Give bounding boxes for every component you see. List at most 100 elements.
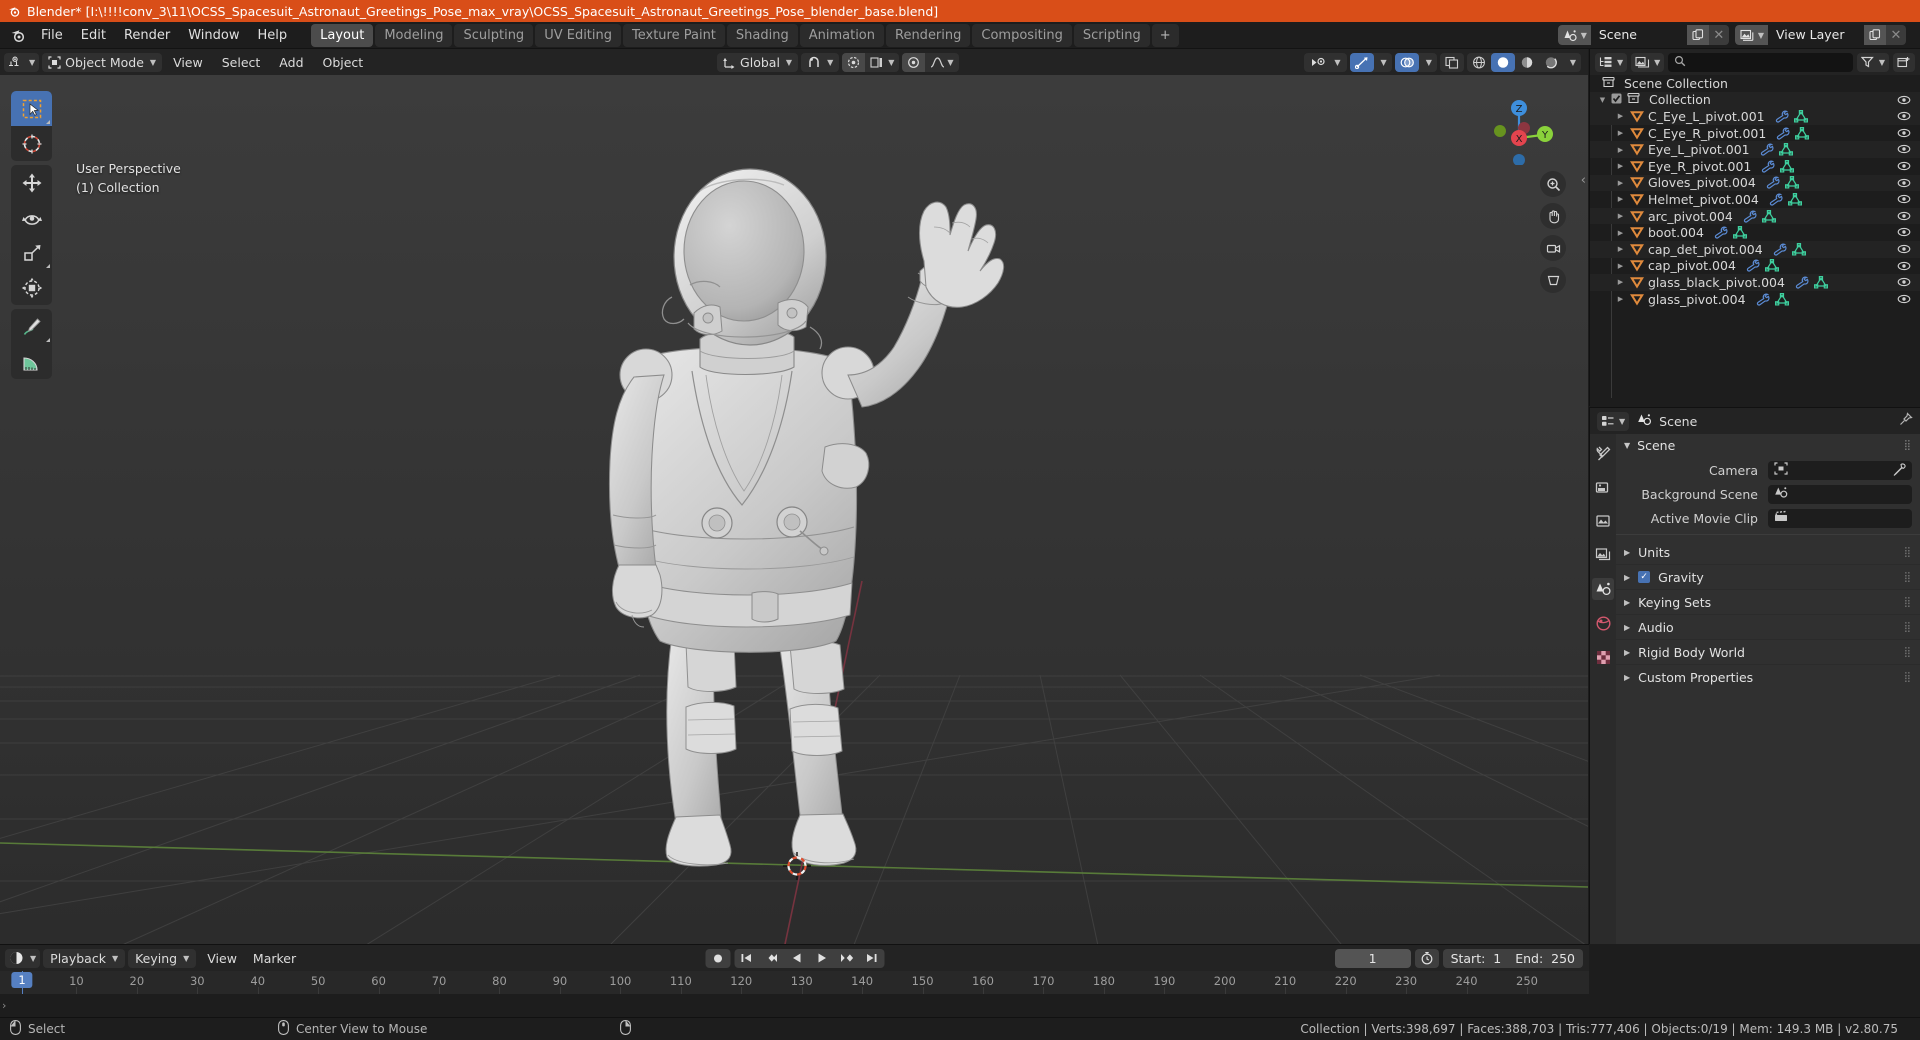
workspace-tab-modeling[interactable]: Modeling (375, 23, 453, 47)
timeline-menu-keying[interactable]: Keying ▼ (128, 948, 197, 968)
viewport-menu-select[interactable]: Select (214, 53, 269, 72)
gizmo-icon[interactable] (1349, 52, 1374, 72)
properties-content[interactable]: ▼ Scene ⣿ Camera Background Scene Active… (1616, 434, 1920, 944)
chevron-right-icon[interactable]: ▶ (1614, 278, 1627, 286)
measure-tool[interactable] (11, 344, 52, 379)
view-layer-name[interactable]: View Layer (1768, 25, 1864, 45)
visibility-eye-icon[interactable] (1897, 94, 1911, 109)
properties-tab-output[interactable] (1592, 510, 1614, 532)
visibility-eye-icon[interactable] (1897, 177, 1911, 192)
filter-funnel-icon[interactable]: ▼ (1856, 52, 1889, 72)
modifier-wrench-icon[interactable] (1760, 143, 1774, 156)
outliner-row-object[interactable]: ▶ Gloves_pivot.004 (1590, 174, 1920, 192)
chevron-right-icon[interactable]: ▶ (1614, 179, 1627, 187)
scene-icon[interactable]: ▼ (1557, 25, 1591, 45)
properties-tab-view-layer[interactable] (1592, 544, 1614, 566)
stopwatch-icon[interactable] (1414, 948, 1439, 968)
outliner-row-object[interactable]: ▶ cap_det_pivot.004 (1590, 240, 1920, 258)
timeline-transport[interactable] (705, 948, 884, 968)
chevron-right-icon[interactable]: ▶ (1614, 229, 1627, 237)
unlink-scene-icon[interactable]: ✕ (1708, 25, 1729, 45)
jump-to-next-keyframe-button[interactable] (834, 949, 859, 968)
scene-selector[interactable]: ▼ Scene ✕ (1557, 25, 1729, 45)
visibility-eye-icon[interactable] (1897, 260, 1911, 275)
properties-tab-strip[interactable] (1590, 434, 1616, 944)
menu-help[interactable]: Help (249, 25, 297, 46)
outliner-row-object[interactable]: ▶ C_Eye_L_pivot.001 (1590, 108, 1920, 125)
properties-panel-scene-title[interactable]: ▼ Scene ⣿ (1616, 434, 1920, 457)
outliner-row-object[interactable]: ▶ cap_pivot.004 (1590, 258, 1920, 275)
chevron-right-icon[interactable]: ▶ (1624, 648, 1630, 657)
play-reverse-button[interactable] (784, 949, 809, 968)
outliner-row-object[interactable]: ▶ Helmet_pivot.004 (1590, 191, 1920, 208)
workspace-tab-compositing[interactable]: Compositing (972, 23, 1072, 47)
cursor-tool[interactable] (11, 126, 52, 161)
overlays-dropdown[interactable]: ▼ (1419, 53, 1437, 72)
properties-section-units[interactable]: ▶ Units ⣿ (1616, 540, 1920, 565)
properties-section-keying-sets[interactable]: ▶ Keying Sets ⣿ (1616, 590, 1920, 615)
visibility-eye-icon[interactable] (1897, 226, 1911, 241)
mesh-data-icon[interactable] (1774, 292, 1789, 306)
mesh-data-icon[interactable] (1780, 159, 1795, 173)
eyedropper-icon[interactable] (1892, 462, 1906, 481)
add-workspace-button[interactable]: + (1151, 23, 1179, 47)
background-scene-field[interactable] (1768, 484, 1912, 504)
chevron-right-icon[interactable]: ▶ (1614, 295, 1627, 303)
view-layer-icon[interactable]: ▼ (1734, 25, 1768, 45)
start-frame-value[interactable]: 1 (1493, 951, 1501, 966)
mesh-data-icon[interactable] (1761, 209, 1776, 223)
outliner-display-mode-icon[interactable]: ▼ (1631, 52, 1665, 72)
shading-rendered-icon[interactable] (1539, 53, 1563, 72)
outliner-row-collection[interactable]: ▼ Collection (1590, 91, 1920, 109)
shading-wireframe-icon[interactable] (1467, 53, 1491, 72)
shading-material-preview-icon[interactable] (1515, 53, 1539, 72)
outliner-object-rows[interactable]: ▶ C_Eye_L_pivot.001 ▶ C_Eye_R_pivot.001 ▶ Eye… (1590, 108, 1920, 307)
menu-render[interactable]: Render (115, 25, 179, 46)
workspace-tab-uv-editing[interactable]: UV Editing (535, 23, 622, 47)
outliner-row-object[interactable]: ▶ C_Eye_R_pivot.001 (1590, 125, 1920, 142)
outliner-editor[interactable]: ▼ ▼ ▼ Scene Collection ▼ Collection ▶ C_… (1589, 49, 1920, 406)
properties-row-camera[interactable]: Camera (1616, 459, 1920, 481)
outliner-row-object[interactable]: ▶ boot.004 (1590, 224, 1920, 241)
chevron-right-icon[interactable]: ▶ (1614, 245, 1627, 253)
proportional-edit-icon[interactable] (842, 52, 866, 72)
viewport-nav-buttons[interactable] (1540, 171, 1566, 293)
workspace-tab-shading[interactable]: Shading (726, 23, 798, 47)
jump-to-start-button[interactable] (734, 949, 759, 968)
properties-section-rigid-body-world[interactable]: ▶ Rigid Body World ⣿ (1616, 640, 1920, 665)
mesh-data-icon[interactable] (1793, 109, 1808, 123)
outliner-row-object[interactable]: ▶ arc_pivot.004 (1590, 207, 1920, 225)
overlays-group[interactable]: ▼ (1394, 52, 1437, 72)
snap-magnet-icon[interactable]: ▼ (801, 52, 840, 72)
shading-solid-icon[interactable] (1490, 52, 1515, 72)
mesh-data-icon[interactable] (1784, 176, 1799, 189)
camera-view-icon[interactable] (1540, 235, 1566, 261)
shading-mode-group[interactable]: ▼ (1466, 52, 1581, 72)
blender-menu-icon[interactable] (4, 24, 30, 46)
outliner-row-object[interactable]: ▶ Eye_L_pivot.001 (1590, 141, 1920, 158)
tweak-select-tool[interactable] (11, 91, 52, 126)
chevron-right-icon[interactable]: ▶ (1624, 673, 1630, 682)
move-tool[interactable] (11, 165, 52, 200)
transform-tool[interactable] (11, 270, 52, 305)
viewport-canvas[interactable]: User Perspective (1) Collection Z Y X ‹ (0, 75, 1588, 944)
viewport-3d[interactable]: ▼ Object Mode ▼ View Select Add Object G… (0, 49, 1588, 944)
play-button[interactable] (809, 949, 834, 968)
modifier-wrench-icon[interactable] (1776, 127, 1790, 140)
jump-to-prev-keyframe-button[interactable] (759, 949, 784, 968)
editor-type-3dview-icon[interactable]: ▼ (4, 52, 40, 72)
modifier-wrench-icon[interactable] (1761, 160, 1775, 173)
chevron-right-icon[interactable]: ▶ (1624, 573, 1630, 582)
viewport-menu-object[interactable]: Object (315, 53, 372, 72)
editor-type-timeline-icon[interactable]: ▼ (5, 948, 41, 968)
timeline-menu-marker[interactable]: Marker (245, 949, 304, 968)
visibility-eye-icon[interactable] (1897, 293, 1911, 308)
properties-row-active-movie-clip[interactable]: Active Movie Clip (1616, 507, 1920, 529)
scale-tool[interactable] (11, 235, 52, 270)
chevron-right-icon[interactable]: ▶ (1614, 212, 1627, 220)
modifier-wrench-icon[interactable] (1795, 276, 1809, 289)
properties-row-background-scene[interactable]: Background Scene (1616, 483, 1920, 505)
properties-editor[interactable]: ▼ Scene ▼ Scene ⣿ Camera Background Scen… (1589, 407, 1920, 944)
perspective-toggle-icon[interactable] (1540, 267, 1566, 293)
modifier-wrench-icon[interactable] (1766, 176, 1780, 189)
